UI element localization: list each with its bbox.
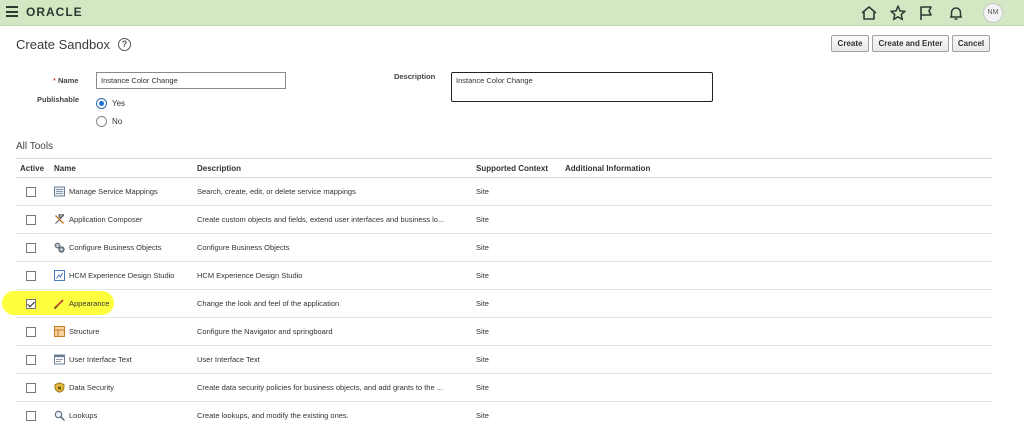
tool-name[interactable]: Data Security	[69, 383, 114, 392]
shield-icon	[54, 382, 65, 393]
flag-icon[interactable]	[917, 4, 935, 22]
tool-context: Site	[476, 327, 489, 336]
tool-description: User Interface Text	[197, 355, 260, 364]
tools-icon	[55, 214, 65, 224]
column-header-description[interactable]: Description	[197, 164, 241, 173]
cancel-button[interactable]: Cancel	[952, 35, 990, 52]
star-icon[interactable]	[889, 4, 907, 22]
magnifier-icon	[54, 410, 65, 421]
tool-description: Create custom objects and fields, extend…	[197, 215, 445, 224]
table-row: Lookups Create lookups, and modify the e…	[16, 402, 992, 426]
tool-description: HCM Experience Design Studio	[197, 271, 303, 280]
global-header: ORACLE NM	[0, 0, 1024, 26]
tool-context: Site	[476, 355, 489, 364]
publishable-label: Publishable	[37, 95, 80, 104]
description-label: Description	[394, 72, 436, 81]
active-checkbox[interactable]	[26, 327, 36, 337]
tool-context: Site	[476, 271, 489, 280]
active-checkbox[interactable]	[26, 215, 36, 225]
active-checkbox[interactable]	[26, 299, 36, 309]
column-header-context[interactable]: Supported Context	[476, 164, 548, 173]
tool-name[interactable]: Application Composer	[69, 215, 142, 224]
structure-icon	[54, 326, 65, 337]
help-icon[interactable]: ?	[118, 38, 131, 51]
tool-name[interactable]: Structure	[69, 327, 99, 336]
gears-icon	[54, 242, 65, 253]
tool-name[interactable]: Appearance	[69, 299, 109, 308]
tool-name[interactable]: Lookups	[69, 411, 97, 420]
publishable-yes-radio[interactable]	[96, 98, 107, 109]
table-row: User Interface Text User Interface Text …	[16, 346, 992, 374]
tool-description: Configure Business Objects	[197, 243, 290, 252]
active-checkbox[interactable]	[26, 355, 36, 365]
tool-context: Site	[476, 243, 489, 252]
table-row: Structure Configure the Navigator and sp…	[16, 318, 992, 346]
table-row: HCM Experience Design Studio HCM Experie…	[16, 262, 992, 290]
tools-table-header: Active Name Description Supported Contex…	[16, 158, 992, 178]
column-header-info[interactable]: Additional Information	[565, 164, 650, 173]
table-row: Appearance Change the look and feel of t…	[16, 290, 992, 318]
tool-context: Site	[476, 215, 489, 224]
active-checkbox[interactable]	[26, 383, 36, 393]
ui-text-icon	[54, 354, 65, 365]
name-label: * Name	[53, 76, 79, 85]
tool-name[interactable]: HCM Experience Design Studio	[69, 271, 174, 280]
tool-description: Configure the Navigator and springboard	[197, 327, 333, 336]
create-and-enter-button[interactable]: Create and Enter	[872, 35, 949, 52]
design-studio-icon	[54, 270, 65, 281]
oracle-logo[interactable]: ORACLE	[26, 5, 83, 19]
publishable-yes-label: Yes	[112, 99, 126, 108]
paintbrush-icon	[54, 299, 64, 309]
tool-description: Search, create, edit, or delete service …	[197, 187, 356, 196]
table-row: Data Security Create data security polic…	[16, 374, 992, 402]
active-checkbox[interactable]	[26, 411, 36, 421]
table-row: Configure Business Objects Configure Bus…	[16, 234, 992, 262]
tool-name[interactable]: Configure Business Objects	[69, 243, 162, 252]
table-row: Manage Service Mappings Search, create, …	[16, 178, 992, 206]
home-icon[interactable]	[860, 4, 878, 22]
service-mappings-icon	[54, 186, 65, 197]
active-checkbox[interactable]	[26, 243, 36, 253]
user-avatar[interactable]: NM	[983, 3, 1003, 23]
section-title: All Tools	[16, 141, 54, 152]
publishable-no-label: No	[112, 117, 123, 126]
tool-context: Site	[476, 187, 489, 196]
tool-name[interactable]: User Interface Text	[69, 355, 132, 364]
publishable-no-radio[interactable]	[96, 116, 107, 127]
tool-description: Create lookups, and modify the existing …	[197, 411, 349, 420]
tool-context: Site	[476, 411, 489, 420]
menu-icon[interactable]	[6, 6, 18, 17]
create-button[interactable]: Create	[831, 35, 869, 52]
active-checkbox[interactable]	[26, 271, 36, 281]
tool-description: Change the look and feel of the applicat…	[197, 299, 340, 308]
tool-description: Create data security policies for busine…	[197, 383, 443, 392]
tool-context: Site	[476, 383, 489, 392]
bell-icon[interactable]	[947, 4, 965, 22]
active-checkbox[interactable]	[26, 187, 36, 197]
name-input[interactable]: Instance Color Change	[96, 72, 286, 89]
description-textarea[interactable]: Instance Color Change	[451, 72, 713, 102]
page-title: Create Sandbox	[16, 37, 110, 52]
tool-context: Site	[476, 299, 489, 308]
table-row: Application Composer Create custom objec…	[16, 206, 992, 234]
column-header-active[interactable]: Active	[20, 164, 44, 173]
column-header-name[interactable]: Name	[54, 164, 76, 173]
tool-name[interactable]: Manage Service Mappings	[69, 187, 158, 196]
